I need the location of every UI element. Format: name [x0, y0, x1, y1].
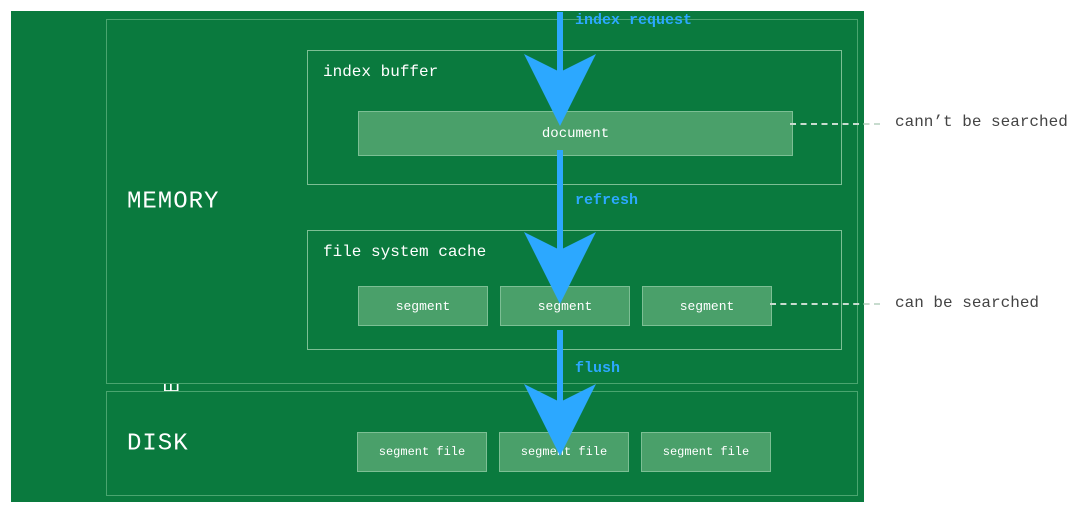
segment-file-box: segment file [357, 432, 487, 472]
arrow-label-flush: flush [575, 360, 620, 377]
document-box: document [358, 111, 793, 156]
arrow-label-refresh: refresh [575, 192, 638, 209]
arrow-label-index-request: index request [575, 12, 692, 29]
segments-row: segment segment segment [358, 286, 772, 326]
segment-box: segment [642, 286, 772, 326]
file-system-cache-title: file system cache [323, 243, 486, 261]
dashed-connector [790, 123, 880, 125]
segment-box: segment [500, 286, 630, 326]
annotation-cannot-search: cann’t be searched [895, 113, 1068, 131]
segment-file-box: segment file [641, 432, 771, 472]
memory-label: MEMORY [127, 188, 219, 215]
segment-box: segment [358, 286, 488, 326]
annotation-can-search: can be searched [895, 294, 1039, 312]
disk-label: DISK [127, 430, 189, 457]
memory-section: MEMORY index buffer document file system… [106, 19, 858, 384]
index-buffer-box: index buffer document [307, 50, 842, 185]
disk-files-row: segment file segment file segment file [357, 432, 771, 472]
index-buffer-title: index buffer [323, 63, 438, 81]
disk-section: DISK segment file segment file segment f… [106, 391, 858, 496]
segment-file-box: segment file [499, 432, 629, 472]
elasticsearch-node: ELASTICSEARCH NODE MEMORY index buffer d… [10, 10, 865, 503]
dashed-connector [770, 303, 880, 305]
file-system-cache-box: file system cache segment segment segmen… [307, 230, 842, 350]
